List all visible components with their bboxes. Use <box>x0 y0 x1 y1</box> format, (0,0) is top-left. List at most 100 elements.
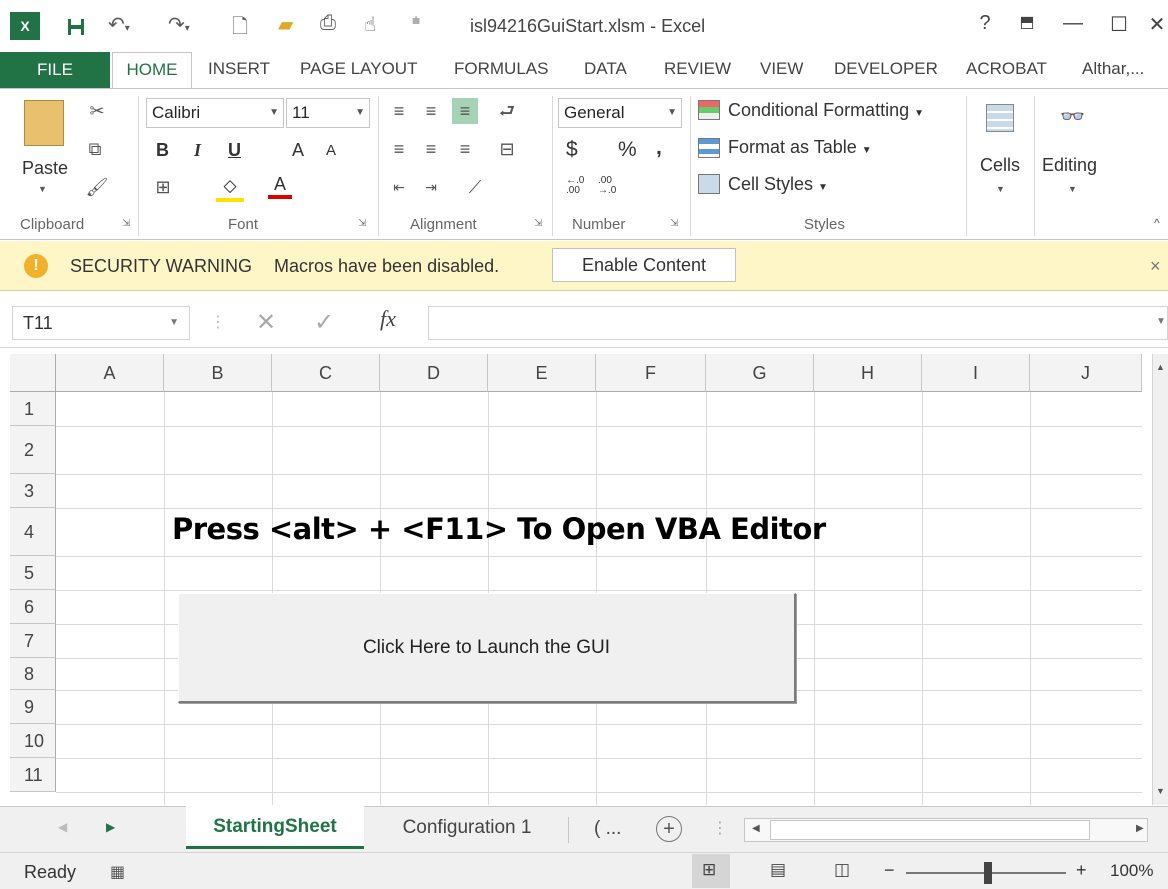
enable-content-button[interactable]: Enable Content <box>552 248 736 282</box>
redo-icon[interactable]: ↷▾ <box>168 12 190 42</box>
row-header[interactable]: 9 <box>10 690 56 724</box>
select-all-corner[interactable] <box>10 354 56 392</box>
orientation-icon[interactable]: ⟋ <box>462 174 488 200</box>
zoom-slider-thumb[interactable] <box>984 862 992 884</box>
font-size-combo[interactable]: 11 ▼ <box>286 98 370 128</box>
sheet-tab-configuration-1[interactable]: Configuration 1 <box>372 806 562 849</box>
italic-button[interactable]: I <box>194 140 201 161</box>
font-name-combo[interactable]: Calibri ▼ <box>146 98 284 128</box>
cancel-entry-icon[interactable]: ✕ <box>256 308 276 337</box>
wrap-text-icon[interactable]: ⮐ <box>494 98 520 124</box>
align-middle-icon[interactable]: ≡ <box>418 98 444 124</box>
align-center-icon[interactable]: ≡ <box>418 136 444 162</box>
tab-developer[interactable]: DEVELOPER <box>828 52 944 86</box>
scroll-left-icon[interactable]: ◀ <box>752 823 760 834</box>
tab-data[interactable]: DATA <box>578 52 633 86</box>
cell-styles-button[interactable]: Cell Styles ▼ <box>728 174 828 195</box>
paste-dropdown-icon[interactable]: ▼ <box>38 184 47 194</box>
help-button[interactable]: ? <box>970 12 1000 42</box>
column-header[interactable]: B <box>164 354 272 392</box>
zoom-out-icon[interactable]: − <box>884 860 895 881</box>
cut-icon[interactable]: ✂ <box>84 98 110 124</box>
page-break-view-icon[interactable]: ◫ <box>834 860 850 880</box>
row-header[interactable]: 4 <box>10 508 56 556</box>
cells-button[interactable]: Cells <box>980 155 1020 176</box>
underline-button[interactable]: U <box>228 140 241 161</box>
percent-button[interactable]: % <box>618 138 637 162</box>
align-left-icon[interactable]: ≡ <box>386 136 412 162</box>
number-format-combo[interactable]: General ▼ <box>558 98 682 128</box>
zoom-level[interactable]: 100% <box>1110 861 1153 881</box>
alignment-launcher-icon[interactable]: ⇲ <box>534 218 542 229</box>
fill-color-icon[interactable]: ◇ <box>216 176 244 202</box>
number-launcher-icon[interactable]: ⇲ <box>670 218 678 229</box>
save-icon[interactable] <box>62 12 90 42</box>
minimize-button[interactable]: — <box>1058 12 1088 42</box>
decrease-indent-icon[interactable]: ⇤ <box>386 174 412 200</box>
shrink-font-button[interactable]: A <box>326 142 336 159</box>
align-top-icon[interactable]: ≡ <box>386 98 412 124</box>
open-folder-icon[interactable]: ▰ <box>278 12 293 42</box>
align-bottom-icon[interactable]: ≡ <box>452 98 478 124</box>
account-name[interactable]: Althar,... <box>1076 52 1168 86</box>
page-layout-view-icon[interactable]: ▤ <box>770 860 786 880</box>
column-header[interactable]: D <box>380 354 488 392</box>
paste-button[interactable]: Paste <box>22 158 68 179</box>
horizontal-scroll-thumb[interactable] <box>770 820 1090 840</box>
decrease-decimal-icon[interactable]: .00 →.0 <box>598 176 616 196</box>
increase-indent-icon[interactable]: ⇥ <box>418 174 444 200</box>
tab-insert[interactable]: INSERT <box>202 52 276 86</box>
row-header[interactable]: 10 <box>10 724 56 758</box>
vertical-scrollbar[interactable] <box>1152 354 1168 805</box>
close-button[interactable]: ✕ <box>1146 12 1168 42</box>
macro-recording-icon[interactable]: ▦ <box>110 862 125 882</box>
row-header[interactable]: 8 <box>10 658 56 690</box>
row-header[interactable]: 1 <box>10 392 56 426</box>
comma-style-button[interactable]: , <box>656 136 662 160</box>
new-sheet-icon[interactable]: + <box>656 816 682 842</box>
next-sheet-icon[interactable]: ▶ <box>106 820 115 834</box>
column-header[interactable]: E <box>488 354 596 392</box>
formula-input[interactable] <box>428 306 1168 340</box>
normal-view-icon[interactable]: ⊞ <box>702 860 716 880</box>
row-header[interactable]: 11 <box>10 758 56 792</box>
currency-button[interactable]: $ <box>566 138 578 162</box>
row-header[interactable]: 2 <box>10 426 56 474</box>
align-right-icon[interactable]: ≡ <box>452 136 478 162</box>
row-header[interactable]: 7 <box>10 624 56 658</box>
chevron-down-icon[interactable]: ▼ <box>996 184 1005 194</box>
copy-icon[interactable]: ⧉ <box>82 136 108 162</box>
insert-function-button[interactable]: fx <box>380 306 396 332</box>
scroll-down-icon[interactable]: ▼ <box>1156 786 1165 796</box>
new-document-icon[interactable]: 🗋 <box>232 12 248 42</box>
ribbon-display-options-icon[interactable]: ⬒ <box>1012 12 1042 42</box>
clipboard-launcher-icon[interactable]: ⇲ <box>122 218 130 229</box>
column-header[interactable]: C <box>272 354 380 392</box>
tab-home[interactable]: HOME <box>112 52 192 89</box>
column-header[interactable]: F <box>596 354 706 392</box>
worksheet-grid[interactable] <box>10 354 1152 805</box>
chevron-down-icon[interactable]: ▼ <box>1068 184 1077 194</box>
font-color-button[interactable]: A <box>268 174 292 199</box>
grow-font-button[interactable]: A <box>292 140 304 161</box>
zoom-in-icon[interactable]: + <box>1076 860 1087 881</box>
column-header[interactable]: I <box>922 354 1030 392</box>
tab-view[interactable]: VIEW <box>754 52 809 86</box>
column-header[interactable]: G <box>706 354 814 392</box>
row-header[interactable]: 3 <box>10 474 56 508</box>
tab-file[interactable]: FILE <box>0 52 110 88</box>
tab-page-layout[interactable]: PAGE LAYOUT <box>294 52 423 86</box>
tab-formulas[interactable]: FORMULAS <box>448 52 554 86</box>
customize-qat-icon[interactable]: ⩧ <box>412 12 420 42</box>
launch-gui-button[interactable]: Click Here to Launch the GUI <box>178 593 796 703</box>
column-header[interactable]: A <box>56 354 164 392</box>
tab-review[interactable]: REVIEW <box>658 52 737 86</box>
tab-splitter-icon[interactable]: ⋮ <box>712 818 728 838</box>
expand-formula-bar-icon[interactable]: ▼ <box>1156 316 1166 327</box>
touch-mode-icon[interactable]: ☝ <box>364 12 376 42</box>
column-header[interactable]: J <box>1030 354 1142 392</box>
column-header[interactable]: H <box>814 354 922 392</box>
row-header[interactable]: 6 <box>10 590 56 624</box>
format-as-table-button[interactable]: Format as Table ▼ <box>728 137 872 158</box>
maximize-button[interactable]: ☐ <box>1104 12 1134 42</box>
